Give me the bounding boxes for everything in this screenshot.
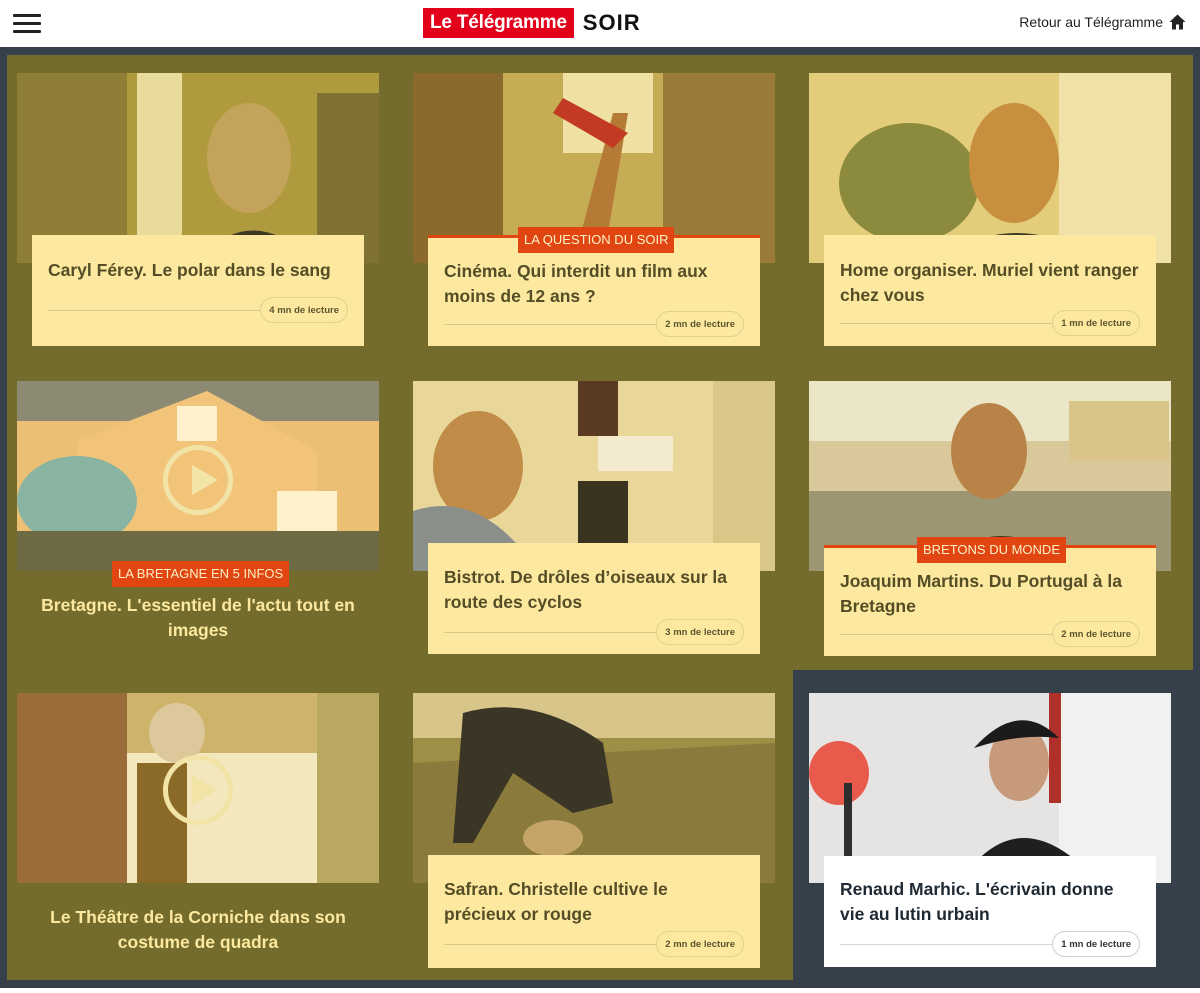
- play-video-icon[interactable]: [163, 755, 233, 825]
- article-title: Caryl Férey. Le polar dans le sang: [48, 260, 331, 280]
- article-title: Safran. Christelle cultive le précieux o…: [444, 879, 668, 924]
- article-panel: Safran. Christelle cultive le précieux o…: [428, 855, 760, 968]
- site-logo[interactable]: Le Télégramme SOIR: [423, 8, 641, 38]
- divider: [840, 323, 1056, 324]
- article-card[interactable]: Bistrot. De drôles d’oiseaux sur la rout…: [413, 381, 775, 681]
- back-to-telegramme-link[interactable]: Retour au Télégramme: [1019, 14, 1186, 30]
- article-card[interactable]: Safran. Christelle cultive le précieux o…: [413, 693, 775, 993]
- article-card[interactable]: Cinéma. Qui interdit un film aux moins d…: [413, 73, 775, 373]
- read-time-badge: 2 mn de lecture: [656, 311, 744, 337]
- read-time-badge: 4 mn de lecture: [260, 297, 348, 323]
- article-title: Bretagne. L'essentiel de l'actu tout en …: [41, 595, 355, 640]
- article-panel: Bistrot. De drôles d’oiseaux sur la rout…: [428, 543, 760, 654]
- article-panel: Caryl Férey. Le polar dans le sang 4 mn …: [32, 235, 364, 346]
- hamburger-menu-icon[interactable]: [13, 13, 41, 33]
- divider: [444, 324, 660, 325]
- logo-telegramme: Le Télégramme: [423, 8, 574, 38]
- divider: [48, 310, 264, 311]
- article-title: Cinéma. Qui interdit un film aux moins d…: [444, 261, 708, 306]
- top-bar: Le Télégramme SOIR Retour au Télégramme: [0, 0, 1200, 47]
- article-card[interactable]: Renaud Marhic. L'écrivain donne vie au l…: [809, 693, 1171, 993]
- category-tag: BRETONS DU MONDE: [917, 537, 1066, 563]
- article-title: Le Théâtre de la Corniche dans son costu…: [50, 907, 346, 952]
- article-card[interactable]: Caryl Férey. Le polar dans le sang 4 mn …: [17, 73, 379, 373]
- divider: [840, 634, 1056, 635]
- article-title: Home organiser. Muriel vient ranger chez…: [840, 260, 1139, 305]
- read-time-badge: 2 mn de lecture: [656, 931, 744, 957]
- article-photo: [809, 693, 1171, 883]
- divider: [444, 944, 660, 945]
- divider: [444, 632, 660, 633]
- article-card[interactable]: Home organiser. Muriel vient ranger chez…: [809, 73, 1171, 373]
- play-video-icon[interactable]: [163, 445, 233, 515]
- read-time-badge: 1 mn de lecture: [1052, 931, 1140, 957]
- video-card[interactable]: Le Théâtre de la Corniche dans son costu…: [17, 693, 379, 993]
- article-title: Joaquim Martins. Du Portugal à la Bretag…: [840, 571, 1122, 616]
- read-time-badge: 2 mn de lecture: [1052, 621, 1140, 647]
- video-card[interactable]: LA BRETAGNE EN 5 INFOS Bretagne. L'essen…: [17, 381, 379, 681]
- article-panel: Home organiser. Muriel vient ranger chez…: [824, 235, 1156, 346]
- read-time-badge: 1 mn de lecture: [1052, 310, 1140, 336]
- back-link-label: Retour au Télégramme: [1019, 14, 1163, 30]
- divider: [840, 944, 1056, 945]
- article-title: Renaud Marhic. L'écrivain donne vie au l…: [840, 879, 1114, 924]
- read-time-badge: 3 mn de lecture: [656, 619, 744, 645]
- article-title: Bistrot. De drôles d’oiseaux sur la rout…: [444, 567, 727, 612]
- category-tag: LA QUESTION DU SOIR: [518, 227, 675, 253]
- logo-soir: SOIR: [582, 10, 641, 35]
- home-icon: [1169, 14, 1186, 30]
- category-tag: LA BRETAGNE EN 5 INFOS: [112, 561, 290, 587]
- article-card[interactable]: Joaquim Martins. Du Portugal à la Bretag…: [809, 381, 1171, 681]
- article-panel: Renaud Marhic. L'écrivain donne vie au l…: [824, 856, 1156, 967]
